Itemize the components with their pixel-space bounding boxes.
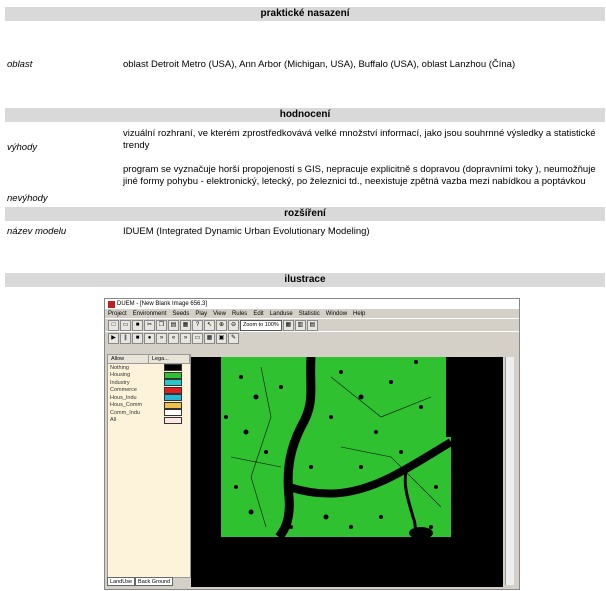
help-icon[interactable]: ?	[192, 319, 203, 331]
vertical-scrollbar[interactable]	[505, 357, 514, 585]
cut-icon[interactable]: ✂	[144, 319, 155, 331]
menu-view[interactable]: View	[213, 311, 226, 317]
landuse-item[interactable]: Comm_Indu	[108, 409, 190, 417]
landuse-name: Housing	[110, 372, 131, 379]
landuse-name: Comm_Indu	[110, 409, 140, 416]
landuse-item[interactable]: All	[108, 416, 190, 425]
zoom-select[interactable]: Zoom to 100%	[240, 319, 282, 331]
column-allow[interactable]: Allow	[108, 355, 149, 363]
landuse-item[interactable]: Industry	[108, 379, 190, 387]
landuse-name: All	[110, 417, 117, 424]
landuse-swatch	[164, 409, 182, 417]
zoom-out-icon[interactable]: ⊖	[228, 319, 239, 331]
model-label: název modelu	[7, 226, 67, 237]
landuse-item[interactable]: Hous_Comm	[108, 401, 190, 410]
column-legend[interactable]: Lega...	[149, 355, 190, 363]
area-label: oblast	[7, 59, 33, 70]
landuse-name: Hous_Indu	[110, 394, 137, 401]
layers-icon[interactable]: ▦	[204, 332, 215, 344]
chart-icon[interactable]: ▥	[294, 319, 306, 331]
brush-icon[interactable]: ✎	[228, 332, 239, 344]
menu-statistic[interactable]: Statistic	[299, 311, 320, 317]
landuse-item[interactable]: Nothing	[108, 364, 190, 372]
print-icon[interactable]: ▦	[180, 319, 191, 331]
landuse-name: Nothing	[110, 364, 129, 371]
landuse-swatch	[164, 394, 182, 402]
fast-forward-icon[interactable]: »	[180, 332, 191, 344]
tab-landuse[interactable]: LandUse	[107, 577, 136, 586]
menu-landuse[interactable]: Landuse	[270, 311, 293, 317]
landuse-swatch	[164, 401, 182, 409]
menu-seeds[interactable]: Seeds	[172, 311, 189, 317]
urban-map	[221, 357, 456, 540]
tab-background[interactable]: Back Ground	[135, 577, 174, 586]
landuse-item[interactable]: Hous_Indu	[108, 394, 190, 402]
menu-play[interactable]: Play	[195, 311, 207, 317]
table-icon[interactable]: ▤	[306, 319, 318, 331]
app-icon	[108, 300, 115, 308]
zoom-in-icon[interactable]: ⊕	[216, 319, 227, 331]
model-value: IDUEM (Integrated Dynamic Urban Evolutio…	[123, 226, 370, 237]
advantages-value: vizuální rozhraní, ve kterém zprostředko…	[123, 128, 596, 151]
menu-help[interactable]: Help	[353, 311, 365, 317]
menu-rules[interactable]: Rules	[232, 311, 247, 317]
map-canvas[interactable]	[191, 357, 503, 587]
area-value: oblast Detroit Metro (USA), Ann Arbor (M…	[123, 59, 516, 70]
open-folder-icon[interactable]: ▭	[120, 319, 131, 331]
app-toolbar-2: ▶ ∥ ■ ● » « » ▭ ▦ ▣ ✎	[105, 331, 519, 344]
landuse-name: Commerce	[110, 387, 137, 394]
landuse-name: Industry	[110, 379, 130, 386]
rewind-icon[interactable]: «	[168, 332, 179, 344]
landuse-swatch	[164, 379, 182, 387]
app-menu-bar: Project Environment Seeds Play View Rule…	[105, 309, 519, 318]
panel-tabs: LandUse Back Ground	[107, 577, 174, 586]
app-title: DUEM - [New Blank Image 656.3]	[117, 301, 208, 307]
landuse-name: Hous_Comm	[110, 402, 143, 409]
menu-environment[interactable]: Environment	[133, 311, 167, 317]
menu-project[interactable]: Project	[108, 311, 127, 317]
advantages-label: výhody	[7, 142, 38, 153]
page-icon[interactable]: ▭	[192, 332, 203, 344]
landuse-panel: Allow Lega... Nothing Housing Industry Comm…	[107, 354, 191, 578]
paste-icon[interactable]: ▤	[168, 319, 179, 331]
section-header-evaluation: hodnocení	[5, 108, 605, 122]
landuse-swatch	[164, 364, 182, 372]
section-header-extension: rozšíření	[5, 207, 605, 221]
landuse-item[interactable]: Commerce	[108, 386, 190, 395]
grid-icon[interactable]: ▦	[282, 319, 294, 331]
landuse-swatch	[164, 371, 182, 379]
menu-edit[interactable]: Edit	[253, 311, 263, 317]
landuse-swatch	[164, 386, 182, 394]
section-header-practical: praktické nasazení	[5, 7, 605, 21]
stop-icon[interactable]: ■	[132, 332, 143, 344]
new-file-icon[interactable]: □	[108, 319, 119, 331]
pause-icon[interactable]: ∥	[120, 332, 131, 344]
section-header-illustration: ilustrace	[5, 273, 605, 287]
copy-icon[interactable]: ❐	[156, 319, 167, 331]
urban-area	[221, 357, 451, 537]
duem-screenshot: DUEM - [New Blank Image 656.3] Project E…	[104, 298, 520, 590]
app-toolbar-1: □ ▭ ■ ✂ ❐ ▤ ▦ ? ↖ ⊕ ⊖ Zoom to 100% ▦ ▥ ▤	[105, 318, 519, 331]
pointer-icon[interactable]: ↖	[204, 319, 215, 331]
record-icon[interactable]: ●	[144, 332, 155, 344]
step-forward-icon[interactable]: »	[156, 332, 167, 344]
landuse-swatch	[164, 416, 182, 424]
disadvantages-label: nevýhody	[7, 193, 48, 204]
disadvantages-value: program se vyznačuje horší propojeností …	[123, 164, 596, 187]
app-title-bar: DUEM - [New Blank Image 656.3]	[105, 299, 519, 309]
lake	[409, 527, 433, 539]
shore-strip	[446, 357, 456, 437]
save-icon[interactable]: ■	[132, 319, 143, 331]
play-icon[interactable]: ▶	[108, 332, 119, 344]
map-icon[interactable]: ▣	[216, 332, 227, 344]
menu-window[interactable]: Window	[326, 311, 347, 317]
landuse-item[interactable]: Housing	[108, 371, 190, 380]
